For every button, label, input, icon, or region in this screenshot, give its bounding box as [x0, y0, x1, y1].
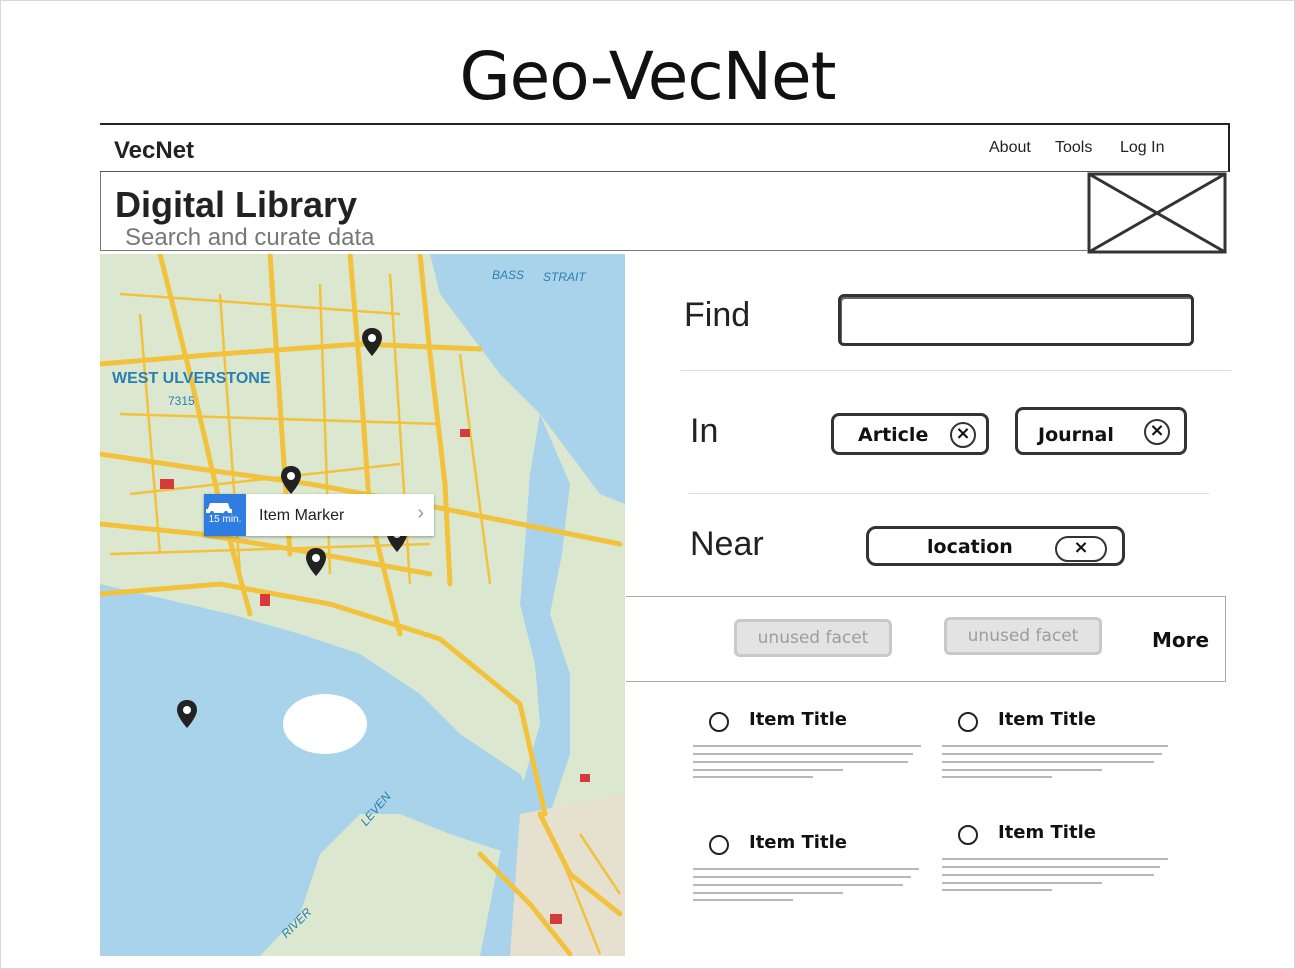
chevron-right-icon[interactable]: › — [417, 502, 424, 525]
filter-chip-location[interactable]: location × — [866, 526, 1125, 566]
map-label-postcode: 7315 — [168, 394, 195, 408]
text-placeholder-line — [693, 884, 903, 886]
text-placeholder-line — [693, 868, 919, 870]
nav-link-tools[interactable]: Tools — [1055, 139, 1092, 157]
map-pin-icon[interactable] — [281, 466, 301, 494]
near-label: Near — [690, 525, 764, 563]
result-radio[interactable] — [958, 825, 978, 845]
more-facets-link[interactable]: More — [1152, 628, 1209, 652]
result-radio[interactable] — [709, 712, 729, 732]
result-radio[interactable] — [709, 835, 729, 855]
find-input[interactable] — [838, 294, 1194, 346]
map-item-callout[interactable]: 15 min. Item Marker › — [204, 494, 434, 536]
find-label: Find — [684, 296, 751, 334]
chip-label: location — [927, 536, 1013, 558]
map-pin-icon[interactable] — [177, 700, 197, 728]
text-placeholder-line — [693, 876, 911, 878]
text-placeholder-line — [693, 899, 793, 901]
facet-chip-unused[interactable]: unused facet — [734, 619, 892, 657]
brand-logo[interactable]: VecNet — [114, 137, 194, 165]
car-icon — [206, 503, 232, 514]
text-placeholder-line — [942, 761, 1154, 763]
text-placeholder-line — [693, 753, 913, 755]
map-pin-icon[interactable] — [362, 328, 382, 356]
map-label-bass: BASS — [492, 268, 525, 282]
result-radio[interactable] — [958, 712, 978, 732]
text-placeholder-line — [942, 776, 1052, 778]
travel-time-badge: 15 min. — [204, 494, 246, 536]
result-title[interactable]: Item Title — [998, 709, 1096, 730]
text-placeholder-line — [693, 769, 843, 771]
result-item[interactable]: Item Title — [942, 822, 1188, 915]
page-subtitle: Search and curate data — [125, 224, 375, 251]
result-title[interactable]: Item Title — [749, 832, 847, 853]
filter-chip-article[interactable]: Article × — [831, 413, 989, 455]
divider — [681, 370, 1231, 371]
nav-link-about[interactable]: About — [989, 139, 1031, 157]
text-placeholder-line — [693, 776, 813, 778]
result-item[interactable]: Item Title — [942, 709, 1188, 802]
text-placeholder-line — [942, 866, 1160, 868]
image-placeholder-icon — [1087, 172, 1227, 254]
chip-label: Journal — [1038, 424, 1114, 446]
text-placeholder-line — [942, 858, 1168, 860]
text-placeholder-line — [693, 745, 921, 747]
close-icon[interactable]: × — [1144, 419, 1170, 445]
map-pin-icon[interactable] — [306, 548, 326, 576]
filter-chip-journal[interactable]: Journal × — [1015, 407, 1187, 455]
slide-title: Geo-VecNet — [459, 38, 836, 115]
close-icon[interactable]: × — [1055, 536, 1107, 562]
map-canvas — [100, 254, 625, 956]
map-view[interactable]: WEST ULVERSTONE 7315 BASS STRAIT LEVEN R… — [100, 254, 625, 956]
result-title[interactable]: Item Title — [998, 822, 1096, 843]
text-placeholder-line — [942, 745, 1168, 747]
facet-chip-unused[interactable]: unused facet — [944, 617, 1102, 655]
text-placeholder-line — [942, 882, 1102, 884]
top-navbar: VecNet About Tools Log In — [100, 123, 1230, 172]
text-placeholder-line — [942, 889, 1052, 891]
result-item[interactable]: Item Title — [693, 832, 939, 925]
callout-title: Item Marker — [259, 507, 345, 524]
divider — [689, 493, 1209, 494]
chip-label: Article — [858, 424, 929, 446]
facet-bar — [626, 596, 1226, 682]
close-icon[interactable]: × — [950, 422, 976, 448]
nav-link-login[interactable]: Log In — [1120, 139, 1164, 157]
travel-time-text: 15 min. — [208, 514, 242, 525]
library-header: Digital Library Search and curate data — [100, 172, 1087, 251]
text-placeholder-line — [942, 769, 1102, 771]
text-placeholder-line — [942, 874, 1154, 876]
text-placeholder-line — [942, 753, 1162, 755]
map-label-strait: STRAIT — [543, 270, 586, 284]
in-label: In — [690, 412, 719, 450]
text-placeholder-line — [693, 761, 908, 763]
result-item[interactable]: Item Title — [693, 709, 939, 802]
map-label-west-ulverstone: WEST ULVERSTONE — [112, 370, 271, 387]
text-placeholder-line — [693, 892, 843, 894]
page-title: Digital Library — [115, 184, 358, 225]
result-title[interactable]: Item Title — [749, 709, 847, 730]
